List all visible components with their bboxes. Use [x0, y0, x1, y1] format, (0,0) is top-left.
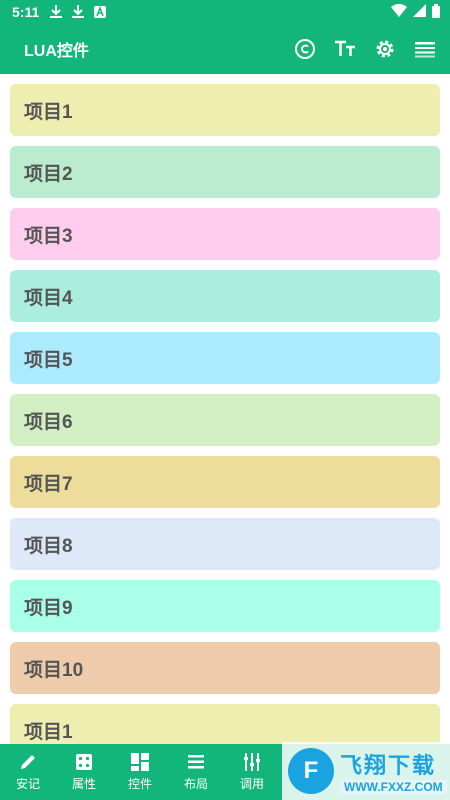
- download-icon: [49, 5, 63, 19]
- item-label: 项目1: [24, 101, 73, 123]
- app-bar-actions: [294, 38, 436, 60]
- nav-tab-label: 布局: [183, 777, 208, 791]
- item-label: 项目1: [24, 721, 73, 743]
- app-notification-icon: [93, 5, 107, 19]
- copyright-icon[interactable]: [294, 38, 316, 60]
- list-item[interactable]: 项目2: [10, 146, 440, 198]
- list-item[interactable]: 项目5: [10, 332, 440, 384]
- list-item[interactable]: 项目9: [10, 580, 440, 632]
- sliders-icon: [244, 753, 260, 771]
- list-item[interactable]: 项目1: [10, 704, 440, 744]
- dice-icon: [76, 754, 92, 770]
- watermark: F 飞翔下载 WWW.FXXZ.COM: [282, 742, 450, 800]
- nav-tab-label: 控件: [127, 777, 152, 791]
- nav-tab-call[interactable]: 调用: [224, 744, 280, 800]
- watermark-name: 飞翔下载: [340, 753, 437, 778]
- wifi-icon: [391, 3, 407, 20]
- item-list[interactable]: 项目1 项目2 项目3 项目4 项目5 项目6 项目7 项目8 项目9 项目10…: [0, 74, 450, 744]
- watermark-logo: F: [288, 748, 334, 794]
- download-icon: [71, 5, 85, 19]
- settings-icon[interactable]: [374, 38, 396, 60]
- list-item[interactable]: 项目8: [10, 518, 440, 570]
- list-item[interactable]: 项目3: [10, 208, 440, 260]
- list-item[interactable]: 项目1: [10, 84, 440, 136]
- battery-icon: [432, 3, 440, 21]
- watermark-text: 飞翔下载 WWW.FXXZ.COM: [340, 748, 447, 794]
- item-label: 项目9: [24, 597, 73, 619]
- status-time: 5:11: [12, 4, 40, 20]
- item-label: 项目3: [24, 225, 73, 247]
- app-bar: LUA控件: [0, 24, 450, 74]
- menu-icon[interactable]: [414, 38, 436, 60]
- item-label: 项目8: [24, 535, 73, 557]
- list-item[interactable]: 项目10: [10, 642, 440, 694]
- watermark-url: WWW.FXXZ.COM: [340, 780, 447, 794]
- item-label: 项目6: [24, 411, 73, 433]
- text-size-icon[interactable]: [334, 38, 356, 60]
- list-item[interactable]: 项目7: [10, 456, 440, 508]
- pencil-icon: [21, 755, 35, 769]
- status-bar: 5:11: [0, 0, 450, 24]
- item-label: 项目10: [24, 659, 84, 681]
- nav-tab-anji[interactable]: 安记: [0, 744, 56, 800]
- signal-icon: [413, 4, 426, 20]
- nav-tab-label: 调用: [239, 777, 264, 791]
- grid-icon: [131, 753, 149, 771]
- nav-tab-label: 安记: [15, 777, 40, 791]
- item-label: 项目7: [24, 473, 73, 495]
- app-title: LUA控件: [24, 43, 89, 60]
- nav-tab-layout[interactable]: 布局: [168, 744, 224, 800]
- item-label: 项目5: [24, 349, 73, 371]
- nav-tab-properties[interactable]: 属性: [56, 744, 112, 800]
- item-label: 项目4: [24, 287, 73, 309]
- item-label: 项目2: [24, 163, 73, 185]
- list-icon: [188, 755, 204, 769]
- list-item[interactable]: 项目4: [10, 270, 440, 322]
- nav-tab-label: 属性: [71, 777, 96, 791]
- nav-tab-controls[interactable]: 控件: [112, 744, 168, 800]
- list-item[interactable]: 项目6: [10, 394, 440, 446]
